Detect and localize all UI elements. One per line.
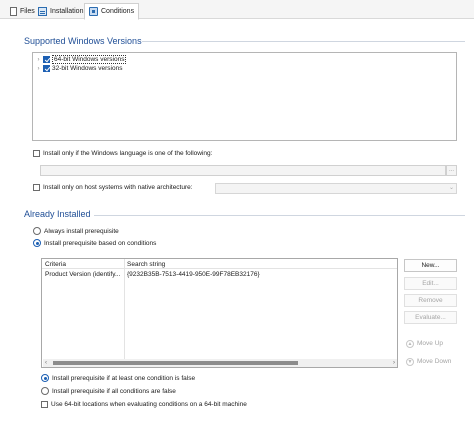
windows-versions-tree[interactable]: › 64-bit Windows versions › 32-bit Windo… — [32, 52, 457, 141]
table-row[interactable]: Product Version (identify... {9232B35B-7… — [42, 270, 397, 279]
expand-arrow-icon[interactable]: › — [36, 57, 41, 63]
use-64bit-locations-option[interactable]: Use 64-bit locations when evaluating con… — [41, 401, 247, 408]
supported-versions-title: Supported Windows Versions — [24, 36, 142, 46]
tree-item-32bit-label: 32-bit Windows versions — [52, 65, 123, 72]
table-header: Criteria Search string — [42, 259, 397, 269]
scroll-right-icon[interactable]: › — [393, 359, 395, 367]
horizontal-scrollbar[interactable]: ‹ › — [43, 359, 397, 367]
architecture-checkbox[interactable] — [33, 184, 40, 191]
tab-bar: Files Installation Conditions — [0, 0, 474, 20]
edit-button[interactable]: Edit... — [404, 277, 457, 290]
move-up-button[interactable]: ▲ Move Up — [404, 337, 457, 350]
cell-search-string: {9232B35B-7513-4419-950E-99F78EB32176} — [127, 271, 260, 278]
conditions-install-label: Install prerequisite based on conditions — [44, 239, 157, 247]
arrow-up-icon: ▲ — [406, 339, 414, 348]
tab-installation-label: Installation — [50, 7, 84, 15]
at-least-one-false-radio[interactable] — [41, 374, 49, 382]
installation-icon — [38, 6, 47, 16]
section-divider — [142, 41, 465, 42]
already-installed-title: Already Installed — [24, 209, 91, 219]
tab-files-label: Files — [20, 7, 35, 15]
conditions-install-option[interactable]: Install prerequisite based on conditions — [33, 239, 156, 247]
tree-item-64bit-label: 64-bit Windows versions — [52, 55, 127, 64]
language-checkbox[interactable] — [33, 150, 40, 157]
conditions-install-radio[interactable] — [33, 239, 41, 247]
tree-item-64bit[interactable]: › 64-bit Windows versions — [36, 55, 127, 64]
cell-criteria: Product Version (identify... — [45, 271, 121, 278]
new-button[interactable]: New... — [404, 259, 457, 272]
language-list-field[interactable] — [40, 165, 446, 176]
architecture-option[interactable]: Install only on host systems with native… — [33, 184, 193, 191]
section-divider — [94, 215, 465, 216]
all-false-label: Install prerequisite if all conditions a… — [52, 387, 176, 395]
remove-button[interactable]: Remove — [404, 294, 457, 307]
conditions-table[interactable]: Criteria Search string Product Version (… — [41, 258, 398, 368]
evaluate-button[interactable]: Evaluate... — [404, 311, 457, 324]
at-least-one-false-option[interactable]: Install prerequisite if at least one con… — [41, 374, 195, 382]
column-header-search-string[interactable]: Search string — [127, 261, 165, 268]
at-least-one-false-label: Install prerequisite if at least one con… — [52, 374, 196, 382]
architecture-option-label: Install only on host systems with native… — [43, 184, 193, 191]
scrollbar-thumb[interactable] — [53, 361, 298, 365]
tab-conditions[interactable]: Conditions — [84, 3, 140, 20]
arrow-down-icon: ▼ — [406, 357, 414, 366]
tree-item-32bit[interactable]: › 32-bit Windows versions — [36, 64, 122, 73]
move-down-label: Move Down — [417, 358, 452, 365]
language-option-label: Install only if the Windows language is … — [43, 150, 213, 157]
use-64bit-locations-checkbox[interactable] — [41, 401, 48, 408]
always-install-label: Always install prerequisite — [44, 227, 119, 235]
language-option[interactable]: Install only if the Windows language is … — [33, 150, 212, 157]
conditions-icon — [89, 7, 98, 16]
tab-conditions-label: Conditions — [101, 8, 135, 15]
tab-installation[interactable]: Installation — [34, 3, 87, 19]
chevron-down-icon: ⌄ — [448, 185, 454, 191]
file-icon — [10, 6, 17, 16]
language-browse-button[interactable]: ... — [446, 165, 457, 176]
use-64bit-locations-label: Use 64-bit locations when evaluating con… — [51, 401, 247, 408]
all-false-radio[interactable] — [41, 387, 49, 395]
always-install-radio[interactable] — [33, 227, 41, 235]
expand-arrow-icon[interactable]: › — [36, 66, 41, 72]
checkbox-32bit[interactable] — [43, 65, 50, 72]
always-install-option[interactable]: Always install prerequisite — [33, 227, 119, 235]
move-up-label: Move Up — [417, 340, 444, 347]
column-header-criteria[interactable]: Criteria — [45, 261, 66, 268]
architecture-dropdown[interactable]: ⌄ — [215, 183, 457, 194]
scroll-left-icon[interactable]: ‹ — [45, 359, 47, 367]
checkbox-64bit[interactable] — [43, 56, 50, 63]
all-false-option[interactable]: Install prerequisite if all conditions a… — [41, 387, 176, 395]
move-down-button[interactable]: ▼ Move Down — [404, 355, 457, 368]
